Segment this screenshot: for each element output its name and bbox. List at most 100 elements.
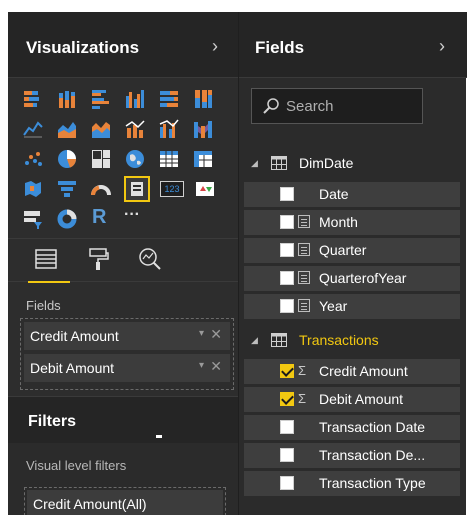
fields-well-label: Fields [26, 298, 61, 313]
fields-tab-icon[interactable] [28, 245, 70, 283]
filters-collapse-dash-icon[interactable] [156, 435, 162, 438]
field-row-credit-amount[interactable]: Σ Credit Amount [244, 359, 460, 384]
field-name: Debit Amount [319, 391, 404, 407]
field-row-transaction-description[interactable]: Transaction De... [244, 443, 460, 468]
remove-field-close-icon[interactable]: ✕ [210, 358, 222, 375]
fields-title: Fields [255, 38, 305, 57]
line-and-stacked-column-icon[interactable] [124, 118, 146, 140]
search-icon [263, 98, 279, 114]
donut-chart-icon[interactable] [56, 208, 78, 230]
well-item-credit-amount[interactable]: Credit Amount ▾ ✕ [24, 322, 230, 350]
clustered-bar-chart-icon[interactable] [90, 88, 112, 110]
field-checkbox[interactable] [280, 215, 294, 229]
field-checkbox[interactable] [280, 243, 294, 257]
search-placeholder: Search [286, 98, 334, 115]
card-icon[interactable] [124, 176, 150, 202]
gauge-icon[interactable] [90, 178, 112, 200]
filter-item-credit-amount[interactable]: Credit Amount(All) [27, 490, 223, 515]
stacked-area-chart-icon[interactable] [90, 118, 112, 140]
slicer-icon[interactable] [22, 208, 44, 230]
table-name: Transactions [299, 332, 379, 348]
scatter-chart-icon[interactable] [22, 148, 44, 170]
stacked-column-chart-icon[interactable] [56, 88, 78, 110]
visual-level-filters-label: Visual level filters [26, 458, 127, 473]
visualizations-title: Visualizations [26, 38, 140, 57]
stacked-bar-chart-icon[interactable] [22, 88, 44, 110]
field-row-quarterofyear[interactable]: QuarterofYear [244, 266, 460, 291]
fields-pane: Fields › Search ◢ DimDate Date Month Qua… [238, 12, 467, 515]
table-icon [271, 333, 287, 347]
sigma-icon: Σ [298, 391, 307, 406]
field-checkbox-checked[interactable] [280, 364, 294, 378]
field-row-month[interactable]: Month [244, 210, 460, 235]
100-percent-stacked-column-icon[interactable] [192, 88, 214, 110]
field-checkbox[interactable] [280, 299, 294, 313]
filters-title: Filters [28, 413, 77, 430]
chevron-down-icon[interactable]: ▾ [199, 360, 204, 371]
field-row-quarter[interactable]: Quarter [244, 238, 460, 263]
field-name: Quarter [319, 242, 367, 258]
more-visuals-icon[interactable]: ··· [124, 206, 146, 228]
table-dimdate[interactable]: ◢ DimDate [239, 153, 467, 175]
collapse-fields-chevron-icon[interactable]: › [439, 36, 445, 57]
field-row-transaction-type[interactable]: Transaction Type [244, 471, 460, 496]
well-item-debit-amount[interactable]: Debit Amount ▾ ✕ [24, 354, 230, 382]
kpi-icon[interactable] [194, 178, 216, 200]
format-paint-roller-icon[interactable] [84, 245, 114, 275]
collapse-triangle-icon[interactable]: ◢ [251, 335, 258, 346]
date-hierarchy-icon [298, 215, 310, 228]
area-chart-icon[interactable] [56, 118, 78, 140]
ribbon-chart-icon[interactable] [192, 118, 214, 140]
field-name: Transaction Type [319, 475, 426, 491]
field-name: QuarterofYear [319, 270, 407, 286]
field-checkbox[interactable] [280, 448, 294, 462]
date-hierarchy-icon [298, 243, 310, 256]
date-hierarchy-icon [298, 299, 310, 312]
field-checkbox[interactable] [280, 271, 294, 285]
visualizations-header: Visualizations › [8, 12, 238, 78]
filter-item-label: Credit Amount(All) [33, 496, 147, 512]
field-name: Year [319, 298, 348, 314]
remove-field-close-icon[interactable]: ✕ [210, 326, 222, 343]
fields-header: Fields › [239, 12, 467, 78]
filters-header: Filters [8, 397, 238, 443]
values-field-well[interactable]: Credit Amount ▾ ✕ Debit Amount ▾ ✕ [20, 318, 234, 390]
100-percent-stacked-bar-icon[interactable] [158, 88, 180, 110]
field-name: Credit Amount [319, 363, 408, 379]
table-transactions[interactable]: ◢ Transactions [239, 330, 467, 352]
visual-level-filter-well[interactable]: Credit Amount(All) [24, 487, 226, 515]
field-name: Date [319, 186, 349, 202]
field-checkbox[interactable] [280, 420, 294, 434]
table-icon[interactable] [158, 148, 180, 170]
field-row-debit-amount[interactable]: Σ Debit Amount [244, 387, 460, 412]
field-name: Transaction Date [319, 419, 426, 435]
filled-map-icon[interactable] [22, 178, 44, 200]
line-chart-icon[interactable] [22, 118, 44, 140]
well-item-label: Credit Amount [30, 328, 119, 344]
treemap-icon[interactable] [90, 148, 112, 170]
pie-chart-icon[interactable] [56, 148, 78, 170]
field-checkbox[interactable] [280, 187, 294, 201]
fields-search-input[interactable]: Search [251, 88, 423, 124]
chevron-down-icon[interactable]: ▾ [199, 328, 204, 339]
funnel-icon[interactable] [56, 178, 78, 200]
collapse-visualizations-chevron-icon[interactable]: › [212, 36, 218, 57]
line-and-clustered-column-icon[interactable] [158, 118, 180, 140]
date-hierarchy-icon [298, 271, 310, 284]
field-row-year[interactable]: Year [244, 294, 460, 319]
r-script-visual-icon[interactable]: R [92, 206, 114, 228]
field-name: Transaction De... [319, 447, 426, 463]
collapse-triangle-icon[interactable]: ◢ [251, 158, 258, 169]
matrix-icon[interactable] [192, 148, 214, 170]
field-checkbox[interactable] [280, 476, 294, 490]
field-row-date[interactable]: Date [244, 182, 460, 207]
field-row-transaction-date[interactable]: Transaction Date [244, 415, 460, 440]
field-name: Month [319, 214, 358, 230]
field-checkbox-checked[interactable] [280, 392, 294, 406]
map-icon[interactable] [124, 148, 146, 170]
table-icon [271, 156, 287, 170]
clustered-column-chart-icon[interactable] [124, 88, 146, 110]
multi-row-card-icon[interactable]: 123 [160, 178, 186, 200]
pane-tools-tabs [8, 238, 238, 283]
analytics-magnifier-icon[interactable] [136, 245, 166, 275]
